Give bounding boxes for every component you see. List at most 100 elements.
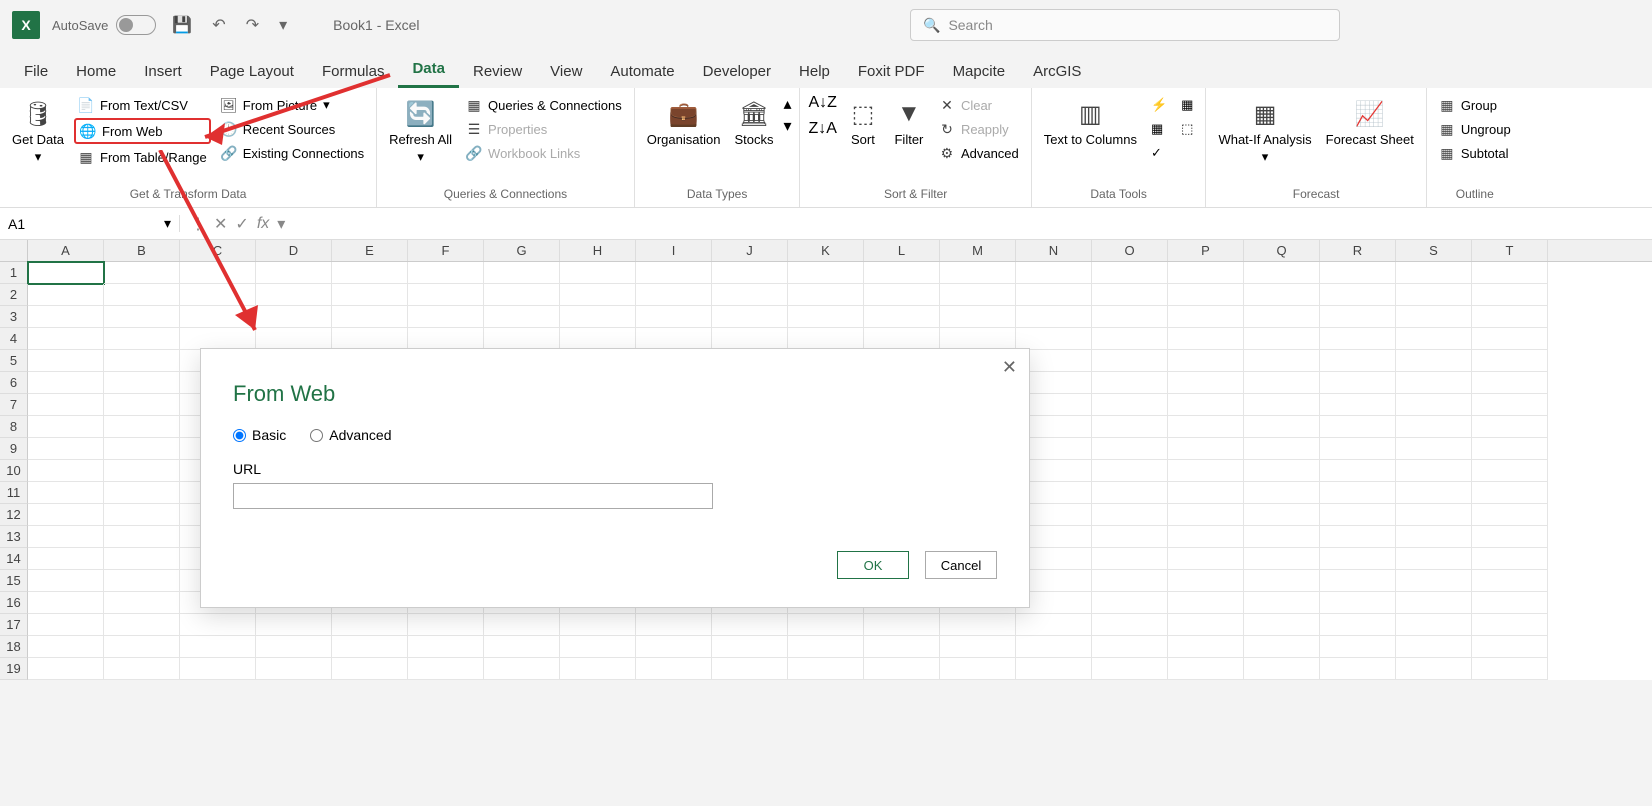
cell[interactable] bbox=[1320, 394, 1396, 416]
cell[interactable] bbox=[712, 284, 788, 306]
cell[interactable] bbox=[28, 658, 104, 680]
cell[interactable] bbox=[28, 416, 104, 438]
subtotal-button[interactable]: ▦Subtotal bbox=[1435, 142, 1515, 164]
cell[interactable] bbox=[1244, 504, 1320, 526]
cell[interactable] bbox=[1396, 350, 1472, 372]
group-button[interactable]: ▦Group bbox=[1435, 94, 1515, 116]
ungroup-button[interactable]: ▦Ungroup bbox=[1435, 118, 1515, 140]
refresh-all-button[interactable]: 🔄 Refresh All ▾ bbox=[385, 94, 456, 169]
cell[interactable] bbox=[788, 636, 864, 658]
cell[interactable] bbox=[1396, 504, 1472, 526]
cell[interactable] bbox=[1168, 592, 1244, 614]
cell[interactable] bbox=[1244, 438, 1320, 460]
cell[interactable] bbox=[1320, 306, 1396, 328]
cell[interactable] bbox=[1244, 592, 1320, 614]
cell[interactable] bbox=[1092, 460, 1168, 482]
col-header[interactable]: I bbox=[636, 240, 712, 261]
clear-button[interactable]: ✕Clear bbox=[935, 94, 1023, 116]
cell[interactable] bbox=[256, 636, 332, 658]
cell[interactable] bbox=[1168, 460, 1244, 482]
from-table-range-button[interactable]: ▦From Table/Range bbox=[74, 146, 211, 168]
cell[interactable] bbox=[1396, 284, 1472, 306]
cell[interactable] bbox=[1092, 658, 1168, 680]
cell[interactable] bbox=[1016, 284, 1092, 306]
cell[interactable] bbox=[1168, 570, 1244, 592]
cell[interactable] bbox=[28, 438, 104, 460]
cell[interactable] bbox=[1244, 482, 1320, 504]
ok-button[interactable]: OK bbox=[837, 551, 909, 579]
cell[interactable] bbox=[1396, 372, 1472, 394]
row-header[interactable]: 9 bbox=[0, 438, 28, 460]
filter-button[interactable]: ▼Filter bbox=[889, 94, 929, 151]
chevron-down-icon[interactable]: ▾ bbox=[164, 215, 171, 232]
cell[interactable] bbox=[636, 614, 712, 636]
col-header[interactable]: K bbox=[788, 240, 864, 261]
cell[interactable] bbox=[1320, 328, 1396, 350]
cell[interactable] bbox=[28, 328, 104, 350]
cell[interactable] bbox=[408, 262, 484, 284]
col-header[interactable]: Q bbox=[1244, 240, 1320, 261]
cell[interactable] bbox=[1168, 262, 1244, 284]
cell[interactable] bbox=[636, 306, 712, 328]
cell[interactable] bbox=[1320, 548, 1396, 570]
cell[interactable] bbox=[1244, 328, 1320, 350]
cell[interactable] bbox=[560, 306, 636, 328]
col-header[interactable]: F bbox=[408, 240, 484, 261]
cell[interactable] bbox=[940, 262, 1016, 284]
redo-icon[interactable]: ↷ bbox=[242, 15, 263, 35]
cell[interactable] bbox=[1472, 394, 1548, 416]
cell[interactable] bbox=[788, 658, 864, 680]
cell[interactable] bbox=[864, 328, 940, 350]
cell[interactable] bbox=[1016, 262, 1092, 284]
cell[interactable] bbox=[28, 350, 104, 372]
cell[interactable] bbox=[1396, 658, 1472, 680]
cell[interactable] bbox=[1016, 636, 1092, 658]
cell[interactable] bbox=[484, 636, 560, 658]
col-header[interactable]: E bbox=[332, 240, 408, 261]
cell[interactable] bbox=[1320, 372, 1396, 394]
advanced-button[interactable]: ⚙Advanced bbox=[935, 142, 1023, 164]
cell[interactable] bbox=[1092, 284, 1168, 306]
sort-button[interactable]: ⬚Sort bbox=[843, 94, 883, 151]
reapply-button[interactable]: ↻Reapply bbox=[935, 118, 1023, 140]
cell[interactable] bbox=[1396, 262, 1472, 284]
cell[interactable] bbox=[1168, 482, 1244, 504]
flash-fill-icon[interactable]: ⚡ bbox=[1147, 94, 1171, 116]
cell[interactable] bbox=[1244, 548, 1320, 570]
cell[interactable] bbox=[104, 372, 180, 394]
get-data-button[interactable]: 🛢 Get Data ▾ bbox=[8, 94, 68, 169]
col-header[interactable]: J bbox=[712, 240, 788, 261]
row-header[interactable]: 3 bbox=[0, 306, 28, 328]
cell[interactable] bbox=[1472, 416, 1548, 438]
cell[interactable] bbox=[1472, 284, 1548, 306]
cell[interactable] bbox=[104, 570, 180, 592]
cell[interactable] bbox=[1092, 328, 1168, 350]
cell[interactable] bbox=[256, 306, 332, 328]
sort-asc-icon[interactable]: A↓Z bbox=[808, 94, 836, 112]
row-header[interactable]: 5 bbox=[0, 350, 28, 372]
cell[interactable] bbox=[332, 658, 408, 680]
cell[interactable] bbox=[1396, 526, 1472, 548]
cell[interactable] bbox=[1016, 328, 1092, 350]
cell[interactable] bbox=[1244, 570, 1320, 592]
cell[interactable] bbox=[104, 592, 180, 614]
row-header[interactable]: 17 bbox=[0, 614, 28, 636]
tab-foxit-pdf[interactable]: Foxit PDF bbox=[844, 55, 939, 88]
cell[interactable] bbox=[940, 328, 1016, 350]
close-icon[interactable]: ✕ bbox=[1002, 357, 1017, 378]
col-header[interactable]: T bbox=[1472, 240, 1548, 261]
chevron-up-icon[interactable]: ▴ bbox=[783, 94, 791, 114]
cell[interactable] bbox=[180, 284, 256, 306]
relationships-icon[interactable]: ⬚ bbox=[1177, 118, 1197, 140]
tab-help[interactable]: Help bbox=[785, 55, 844, 88]
cell[interactable] bbox=[28, 482, 104, 504]
cell[interactable] bbox=[1244, 658, 1320, 680]
cell[interactable] bbox=[484, 658, 560, 680]
radio-basic[interactable]: Basic bbox=[233, 427, 286, 443]
save-icon[interactable]: 💾 bbox=[168, 15, 196, 35]
cell[interactable] bbox=[28, 526, 104, 548]
tab-automate[interactable]: Automate bbox=[596, 55, 688, 88]
consolidate-icon[interactable]: ▦ bbox=[1177, 94, 1197, 116]
cell[interactable] bbox=[1472, 438, 1548, 460]
cell[interactable] bbox=[1168, 614, 1244, 636]
